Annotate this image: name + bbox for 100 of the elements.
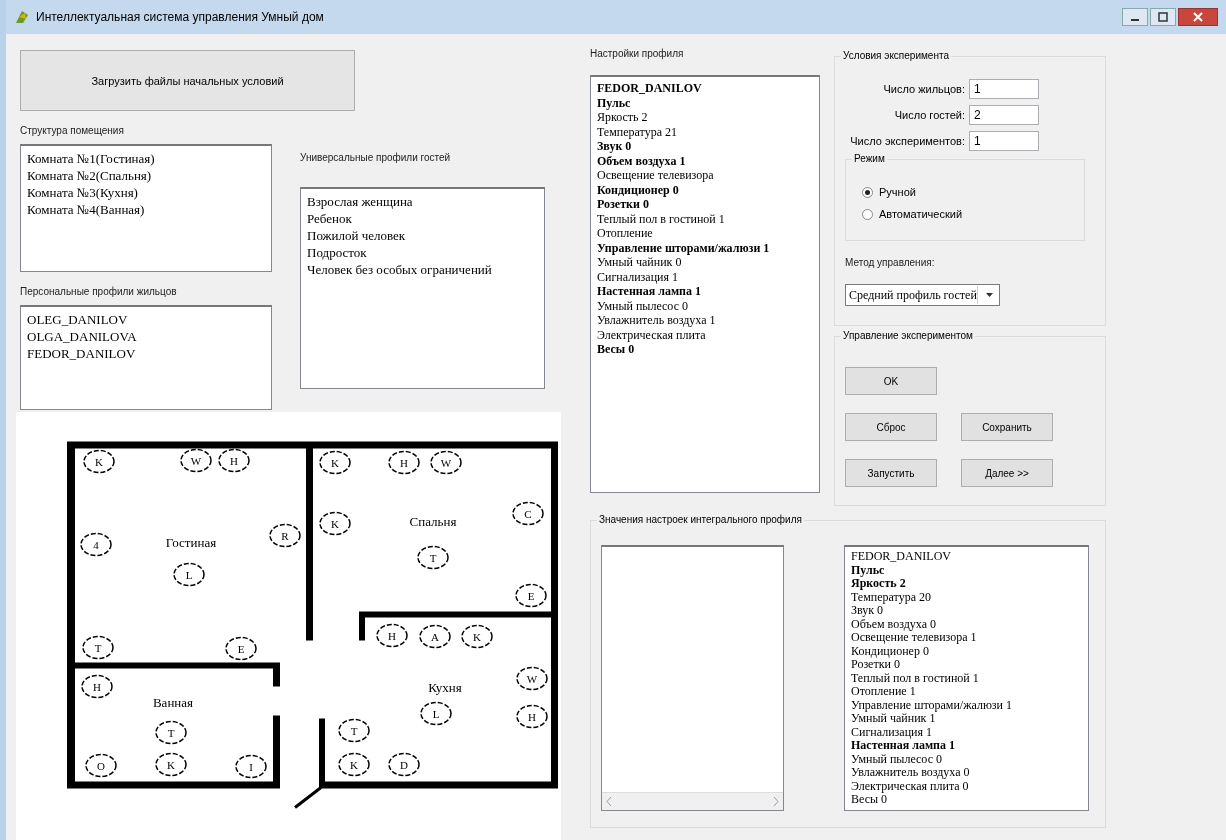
empty-list[interactable] <box>601 545 784 811</box>
device-marker[interactable]: H <box>218 448 250 473</box>
list-item[interactable]: Комната №2(Спальня) <box>27 167 265 185</box>
list-item[interactable]: Комната №4(Ванная) <box>27 201 265 219</box>
list-item[interactable]: Умный чайник 1 <box>851 712 1082 726</box>
list-item[interactable]: Звук 0 <box>851 604 1082 618</box>
device-marker[interactable]: K <box>155 752 187 777</box>
list-item[interactable]: Освещение телевизора 1 <box>851 631 1082 645</box>
maximize-button[interactable] <box>1150 8 1176 26</box>
list-item[interactable]: Электрическая плита 0 <box>851 779 1082 793</box>
close-button[interactable] <box>1178 8 1218 26</box>
list-item[interactable]: Розетки 0 <box>597 197 813 212</box>
device-marker[interactable]: A <box>419 624 451 649</box>
list-item[interactable]: Звук 0 <box>597 139 813 154</box>
profile-settings-list[interactable] <box>590 75 820 493</box>
device-marker[interactable]: L <box>420 701 452 726</box>
list-item[interactable]: Умный пылесос 0 <box>851 752 1082 766</box>
list-item[interactable]: Объем воздуха 0 <box>851 617 1082 631</box>
guests-list[interactable]: Взрослая женщина Ребенок Пожилой человек Подросток Человек без особых ограничений <box>300 187 545 389</box>
device-marker[interactable]: H <box>81 674 113 699</box>
device-marker[interactable]: L <box>173 562 205 587</box>
integral-list[interactable] <box>844 545 1089 811</box>
list-item[interactable]: Температура 20 <box>851 590 1082 604</box>
list-item[interactable]: Комната №1(Гостиная) <box>27 150 265 168</box>
action-button[interactable]: Далее >> <box>961 459 1053 487</box>
action-button[interactable]: OK <box>845 367 937 395</box>
device-marker[interactable]: O <box>85 753 117 778</box>
device-marker[interactable]: H <box>516 704 548 729</box>
list-item[interactable]: Кондиционер 0 <box>851 644 1082 658</box>
list-item[interactable]: Пульс <box>851 563 1082 577</box>
list-item[interactable]: Освещение телевизора <box>597 168 813 183</box>
list-item[interactable]: Весы 0 <box>597 342 813 357</box>
list-item[interactable]: Кондиционер 0 <box>597 182 813 197</box>
action-button[interactable]: Сохранить <box>961 413 1053 441</box>
device-marker[interactable]: K <box>319 511 351 536</box>
list-item[interactable]: Температура 21 <box>597 124 813 139</box>
action-button[interactable]: Запустить <box>845 459 937 487</box>
list-item[interactable]: OLGA_DANILOVA <box>27 328 265 346</box>
radio-option[interactable]: Ручной <box>862 186 916 198</box>
device-marker[interactable]: T <box>417 545 449 570</box>
list-item[interactable]: OLEG_DANILOV <box>27 311 265 329</box>
list-item[interactable]: Пульс <box>597 95 813 110</box>
rooms-list[interactable]: Комната №1(Гостиная) Комната №2(Спальня) Комната №3(Кухня) Комната №4(Ванная) <box>20 144 272 273</box>
list-item[interactable]: Розетки 0 <box>851 658 1082 672</box>
list-item[interactable]: Объем воздуха 1 <box>597 153 813 168</box>
list-item[interactable]: Ребенок <box>307 210 538 227</box>
list-item[interactable]: Комната №3(Кухня) <box>27 184 265 202</box>
device-marker[interactable]: K <box>461 624 493 649</box>
list-item[interactable]: Сигнализация 1 <box>851 725 1082 739</box>
device-marker[interactable]: D <box>388 752 420 777</box>
list-item[interactable]: FEDOR_DANILOV <box>597 81 813 96</box>
list-item[interactable]: FEDOR_DANILOV <box>27 345 265 363</box>
list-item[interactable]: Человек без особых ограничений <box>307 261 538 278</box>
device-marker[interactable]: I <box>235 754 267 779</box>
residents-list[interactable]: OLEG_DANILOV OLGA_DANILOVA FEDOR_DANILOV <box>20 305 272 410</box>
device-marker[interactable]: W <box>430 450 462 475</box>
device-marker[interactable]: E <box>225 636 257 661</box>
list-item[interactable]: Отопление 1 <box>851 685 1082 699</box>
device-marker[interactable]: T <box>155 720 187 745</box>
list-item[interactable]: Пожилой человек <box>307 227 538 244</box>
input-field[interactable]: 2 <box>969 105 1039 125</box>
list-item[interactable]: Увлажнитель воздуха 0 <box>851 766 1082 780</box>
list-item[interactable]: Яркость 2 <box>851 577 1082 591</box>
device-marker[interactable]: W <box>516 666 548 691</box>
list-item[interactable]: FEDOR_DANILOV <box>851 550 1082 564</box>
list-item[interactable]: Взрослая женщина <box>307 193 538 210</box>
list-item[interactable]: Управление шторами/жалюзи 1 <box>851 698 1082 712</box>
load-files-button[interactable]: Загрузить файлы начальных условий <box>20 50 355 112</box>
device-marker[interactable]: K <box>83 449 115 474</box>
list-item[interactable]: Теплый пол в гостиной 1 <box>851 671 1082 685</box>
device-marker[interactable]: W <box>180 448 212 473</box>
device-marker[interactable]: C <box>512 501 544 526</box>
device-marker[interactable]: 4 <box>80 532 112 557</box>
list-item[interactable]: Теплый пол в гостиной 1 <box>597 211 813 226</box>
list-item[interactable]: Настенная лампа 1 <box>597 284 813 299</box>
device-marker[interactable]: K <box>319 450 351 475</box>
list-item[interactable]: Электрическая плита <box>597 327 813 342</box>
list-item[interactable]: Отопление <box>597 226 813 241</box>
list-item[interactable]: Увлажнитель воздуха 1 <box>597 313 813 328</box>
list-item[interactable]: Умный чайник 0 <box>597 255 813 270</box>
device-marker[interactable]: R <box>269 523 301 548</box>
device-marker[interactable]: T <box>338 718 370 743</box>
list-item[interactable]: Сигнализация 1 <box>597 269 813 284</box>
list-item[interactable]: Яркость 2 <box>597 110 813 125</box>
device-marker[interactable]: E <box>515 583 547 608</box>
device-marker[interactable]: H <box>376 623 408 648</box>
list-item[interactable]: Подросток <box>307 244 538 261</box>
radio-option[interactable]: Автоматический <box>862 208 963 220</box>
device-marker[interactable]: H <box>388 450 420 475</box>
method-dropdown[interactable]: Средний профиль гостей <box>845 284 1000 306</box>
list-item[interactable]: Весы 0 <box>851 793 1082 807</box>
minimize-button[interactable] <box>1122 8 1148 26</box>
list-item[interactable]: Настенная лампа 1 <box>851 739 1082 753</box>
device-marker[interactable]: T <box>82 635 114 660</box>
list-item[interactable]: Управление шторами/жалюзи 1 <box>597 240 813 255</box>
action-button[interactable]: Сброс <box>845 413 937 441</box>
device-marker[interactable]: K <box>338 752 370 777</box>
input-field[interactable]: 1 <box>969 131 1039 151</box>
input-field[interactable]: 1 <box>969 79 1039 99</box>
list-item[interactable]: Умный пылесос 0 <box>597 298 813 313</box>
